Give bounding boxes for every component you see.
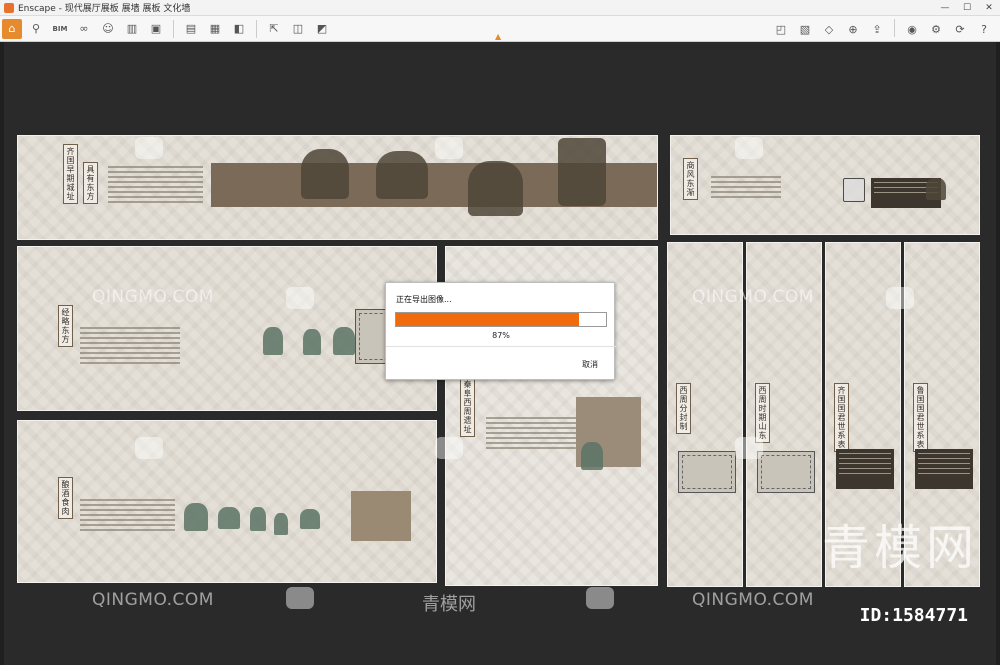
bronze-vessel-image	[300, 509, 320, 529]
maximize-button[interactable]: ☐	[956, 0, 978, 16]
toolbar-separator	[173, 19, 174, 38]
panel-title: 秦阜西周遗址	[460, 377, 475, 437]
watermark-text: QINGMO.COM	[692, 287, 814, 307]
panorama-icon[interactable]: ◧	[229, 19, 249, 39]
watermark-logo-icon	[135, 437, 163, 459]
close-button[interactable]: ✕	[978, 0, 1000, 16]
dialog-divider	[386, 346, 616, 347]
watermark-logo-icon	[286, 287, 314, 309]
export-icon[interactable]: ⇱	[264, 19, 284, 39]
panel-top-right: 商风东渐	[670, 135, 980, 235]
panel-text	[80, 327, 180, 367]
panel-bottom-left: 酿酒食肉	[17, 420, 437, 583]
panel-subtitle: 具有东方	[83, 162, 98, 204]
table-image	[915, 449, 973, 489]
bronze-vessel-image	[184, 503, 208, 531]
bronze-vessel-image	[263, 327, 283, 355]
map-image	[757, 451, 815, 493]
collapse-toolbar-icon[interactable]: ▲	[495, 32, 501, 41]
panel-title: 鲁国国君世系表	[913, 383, 928, 452]
bronze-vessel-image	[303, 329, 321, 355]
enscape-logo-icon	[4, 2, 14, 13]
settings-icon[interactable]: ⚙	[926, 19, 946, 39]
sync-icon[interactable]: ⟳	[950, 19, 970, 39]
batch-render-icon[interactable]: ▦	[205, 19, 225, 39]
web-standalone-icon[interactable]: ◫	[288, 19, 308, 39]
watermark-text: QINGMO.COM	[692, 590, 814, 610]
panel-text	[711, 176, 781, 201]
panel-text	[80, 499, 175, 534]
watermark-id: ID:1584771	[859, 605, 968, 626]
watermark-logo-icon	[135, 137, 163, 159]
panel-title: 经略东方	[58, 305, 73, 347]
watermark-logo-icon	[735, 137, 763, 159]
panel-title: 酿酒食肉	[58, 477, 73, 519]
export-progress-dialog: 正在导出图像... 87% 取消	[385, 282, 616, 380]
watermark-logo-icon	[435, 437, 463, 459]
watermark-logo-icon	[286, 587, 314, 609]
walk-icon[interactable]: ☺	[98, 19, 118, 39]
toolbar-right-group: ◰ ▧ ◇ ⊕ ⇪ ◉ ⚙ ⟳ ?	[769, 19, 996, 39]
dialog-title: 正在导出图像...	[396, 295, 452, 304]
panel-title: 西周分封制	[676, 383, 691, 434]
watermark-text: QINGMO.COM	[92, 287, 214, 307]
screenshot-icon[interactable]: ▤	[181, 19, 201, 39]
watermark-brand: 青模网	[821, 520, 978, 576]
home-icon[interactable]: ⌂	[2, 18, 22, 39]
toolbar-separator	[256, 19, 257, 38]
artifact-photo	[843, 178, 865, 202]
map-icon[interactable]: ◰	[771, 19, 791, 39]
panel-top-left: 齐国早期城址 具有东方	[17, 135, 658, 240]
bronze-vessel-image	[274, 513, 288, 535]
bronze-vessel-image	[558, 138, 606, 206]
progress-fill	[396, 313, 579, 326]
upload-icon[interactable]: ⇪	[867, 19, 887, 39]
bronze-vessel-image	[250, 507, 266, 531]
bronze-vessel-image	[218, 507, 240, 529]
help-icon[interactable]: ?	[974, 19, 994, 39]
material-icon[interactable]: ⊕	[843, 19, 863, 39]
bronze-vessel-image	[376, 151, 428, 199]
library-icon[interactable]: ▧	[795, 19, 815, 39]
panel-title: 齐国早期城址	[63, 144, 78, 204]
progress-bar	[395, 312, 607, 327]
map-image	[678, 451, 736, 493]
eye-icon[interactable]: ◉	[902, 19, 922, 39]
table-image	[836, 449, 894, 489]
bronze-vessel-image	[301, 149, 349, 199]
asset-icon[interactable]: ◇	[819, 19, 839, 39]
panel-text	[108, 166, 203, 206]
artifact-photo	[926, 178, 946, 200]
cube-icon[interactable]: ▣	[146, 19, 166, 39]
watermark-logo-icon	[886, 287, 914, 309]
panel-text	[486, 417, 586, 452]
minimize-button[interactable]: —	[934, 0, 956, 16]
bim-icon[interactable]: BIM	[50, 19, 70, 39]
toolbar-separator	[894, 19, 895, 37]
watermark-text: QINGMO.COM	[92, 590, 214, 610]
capture-icon[interactable]: ⚲	[26, 19, 46, 39]
building-icon[interactable]: ▥	[122, 19, 142, 39]
info-box	[351, 491, 411, 541]
title-bar: Enscape - 现代展厅展板 展墙 展板 文化墙 — ☐ ✕	[0, 0, 1000, 16]
panel-mid-left: 经略东方	[17, 246, 437, 411]
watermark-logo-icon	[586, 587, 614, 609]
panel-title: 齐国国君世系表	[834, 383, 849, 452]
enscape-window: Enscape - 现代展厅展板 展墙 展板 文化墙 — ☐ ✕ ⌂ ⚲ BIM…	[0, 0, 1000, 665]
vr-icon[interactable]: ◩	[312, 19, 332, 39]
bronze-vessel-image	[468, 161, 523, 216]
window-title: Enscape - 现代展厅展板 展墙 展板 文化墙	[18, 4, 191, 14]
watermark-logo-icon	[735, 437, 763, 459]
panel-title: 商风东渐	[683, 158, 698, 200]
bronze-vessel-image	[333, 327, 355, 355]
progress-percent: 87%	[492, 331, 510, 340]
window-controls: — ☐ ✕	[934, 0, 1000, 16]
cancel-button[interactable]: 取消	[582, 359, 598, 370]
bronze-vessel-image	[581, 442, 603, 470]
watermark-cn-text: 青模网	[422, 594, 476, 615]
watermark-logo-icon	[586, 287, 614, 309]
binoculars-icon[interactable]: ∞	[74, 19, 94, 39]
watermark-logo-icon	[435, 137, 463, 159]
panel-title: 西周时期山东	[755, 383, 770, 443]
